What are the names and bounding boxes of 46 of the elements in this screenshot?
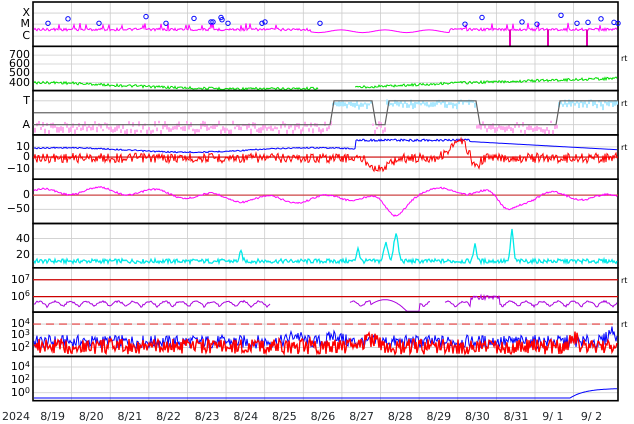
axis-tick-label: 500 — [9, 66, 30, 79]
axis-tick-label: 10 — [16, 140, 30, 153]
axis-tick-label: 40 — [16, 232, 30, 245]
axis-tick-label: X — [22, 7, 30, 20]
date-label: 9/ 2 — [580, 410, 602, 423]
axis-tick-label: A — [22, 118, 30, 131]
side-label: rt — [621, 320, 628, 330]
axis-tick-label: C — [22, 30, 30, 42]
flux-dip-mark — [547, 29, 549, 46]
axis-tick-label: −10 — [6, 163, 30, 175]
axis-tick-label: M — [20, 18, 30, 30]
side-label: rt — [621, 54, 628, 64]
date-label: 8/27 — [349, 410, 374, 423]
side-label: rt — [621, 142, 628, 152]
axis-tick-label: 20 — [16, 248, 30, 260]
date-label: 8/31 — [504, 410, 528, 423]
axis-tick-label: 10$^{6}$ — [10, 290, 30, 303]
date-label: 8/19 — [40, 410, 65, 423]
axis-tick-label: 10$^{2}$ — [10, 342, 30, 354]
side-label: rt — [621, 276, 628, 285]
axis-tick-label: T — [23, 94, 30, 107]
date-label: 8/23 — [194, 410, 220, 423]
flux-dip-mark — [586, 29, 588, 46]
side-label: rt — [621, 98, 628, 108]
date-label: 8/21 — [118, 410, 142, 423]
date-label: 8/30 — [465, 410, 490, 423]
axis-tick-label: 10$^{3}$ — [10, 329, 30, 342]
axis-tick-label: 10$^{4}$ — [10, 361, 30, 374]
date-label: 9/ 1 — [542, 410, 564, 423]
date-label: 8/22 — [156, 410, 181, 423]
date-label: 8/28 — [388, 410, 413, 423]
axis-tick-label: 0 — [23, 189, 30, 202]
flux-dip-mark — [509, 29, 511, 46]
axis-tick-label: 10$^{4}$ — [10, 318, 30, 330]
axis-tick-label: 10$^{7}$ — [10, 274, 30, 286]
axis-tick-label: 0 — [23, 151, 30, 164]
axis-tick-label: 10$^{0}$ — [10, 386, 30, 399]
date-label: 8/29 — [426, 410, 452, 423]
date-label: 8/24 — [233, 410, 258, 423]
year-label: 2024 — [2, 410, 30, 423]
axis-tick-label: 400 — [9, 76, 30, 89]
axis-tick-label: −50 — [6, 203, 30, 216]
date-label: 8/26 — [310, 410, 336, 423]
date-label: 8/20 — [78, 410, 104, 423]
date-label: 8/25 — [272, 410, 297, 423]
axis-tick-label: 10$^{2}$ — [10, 374, 30, 386]
